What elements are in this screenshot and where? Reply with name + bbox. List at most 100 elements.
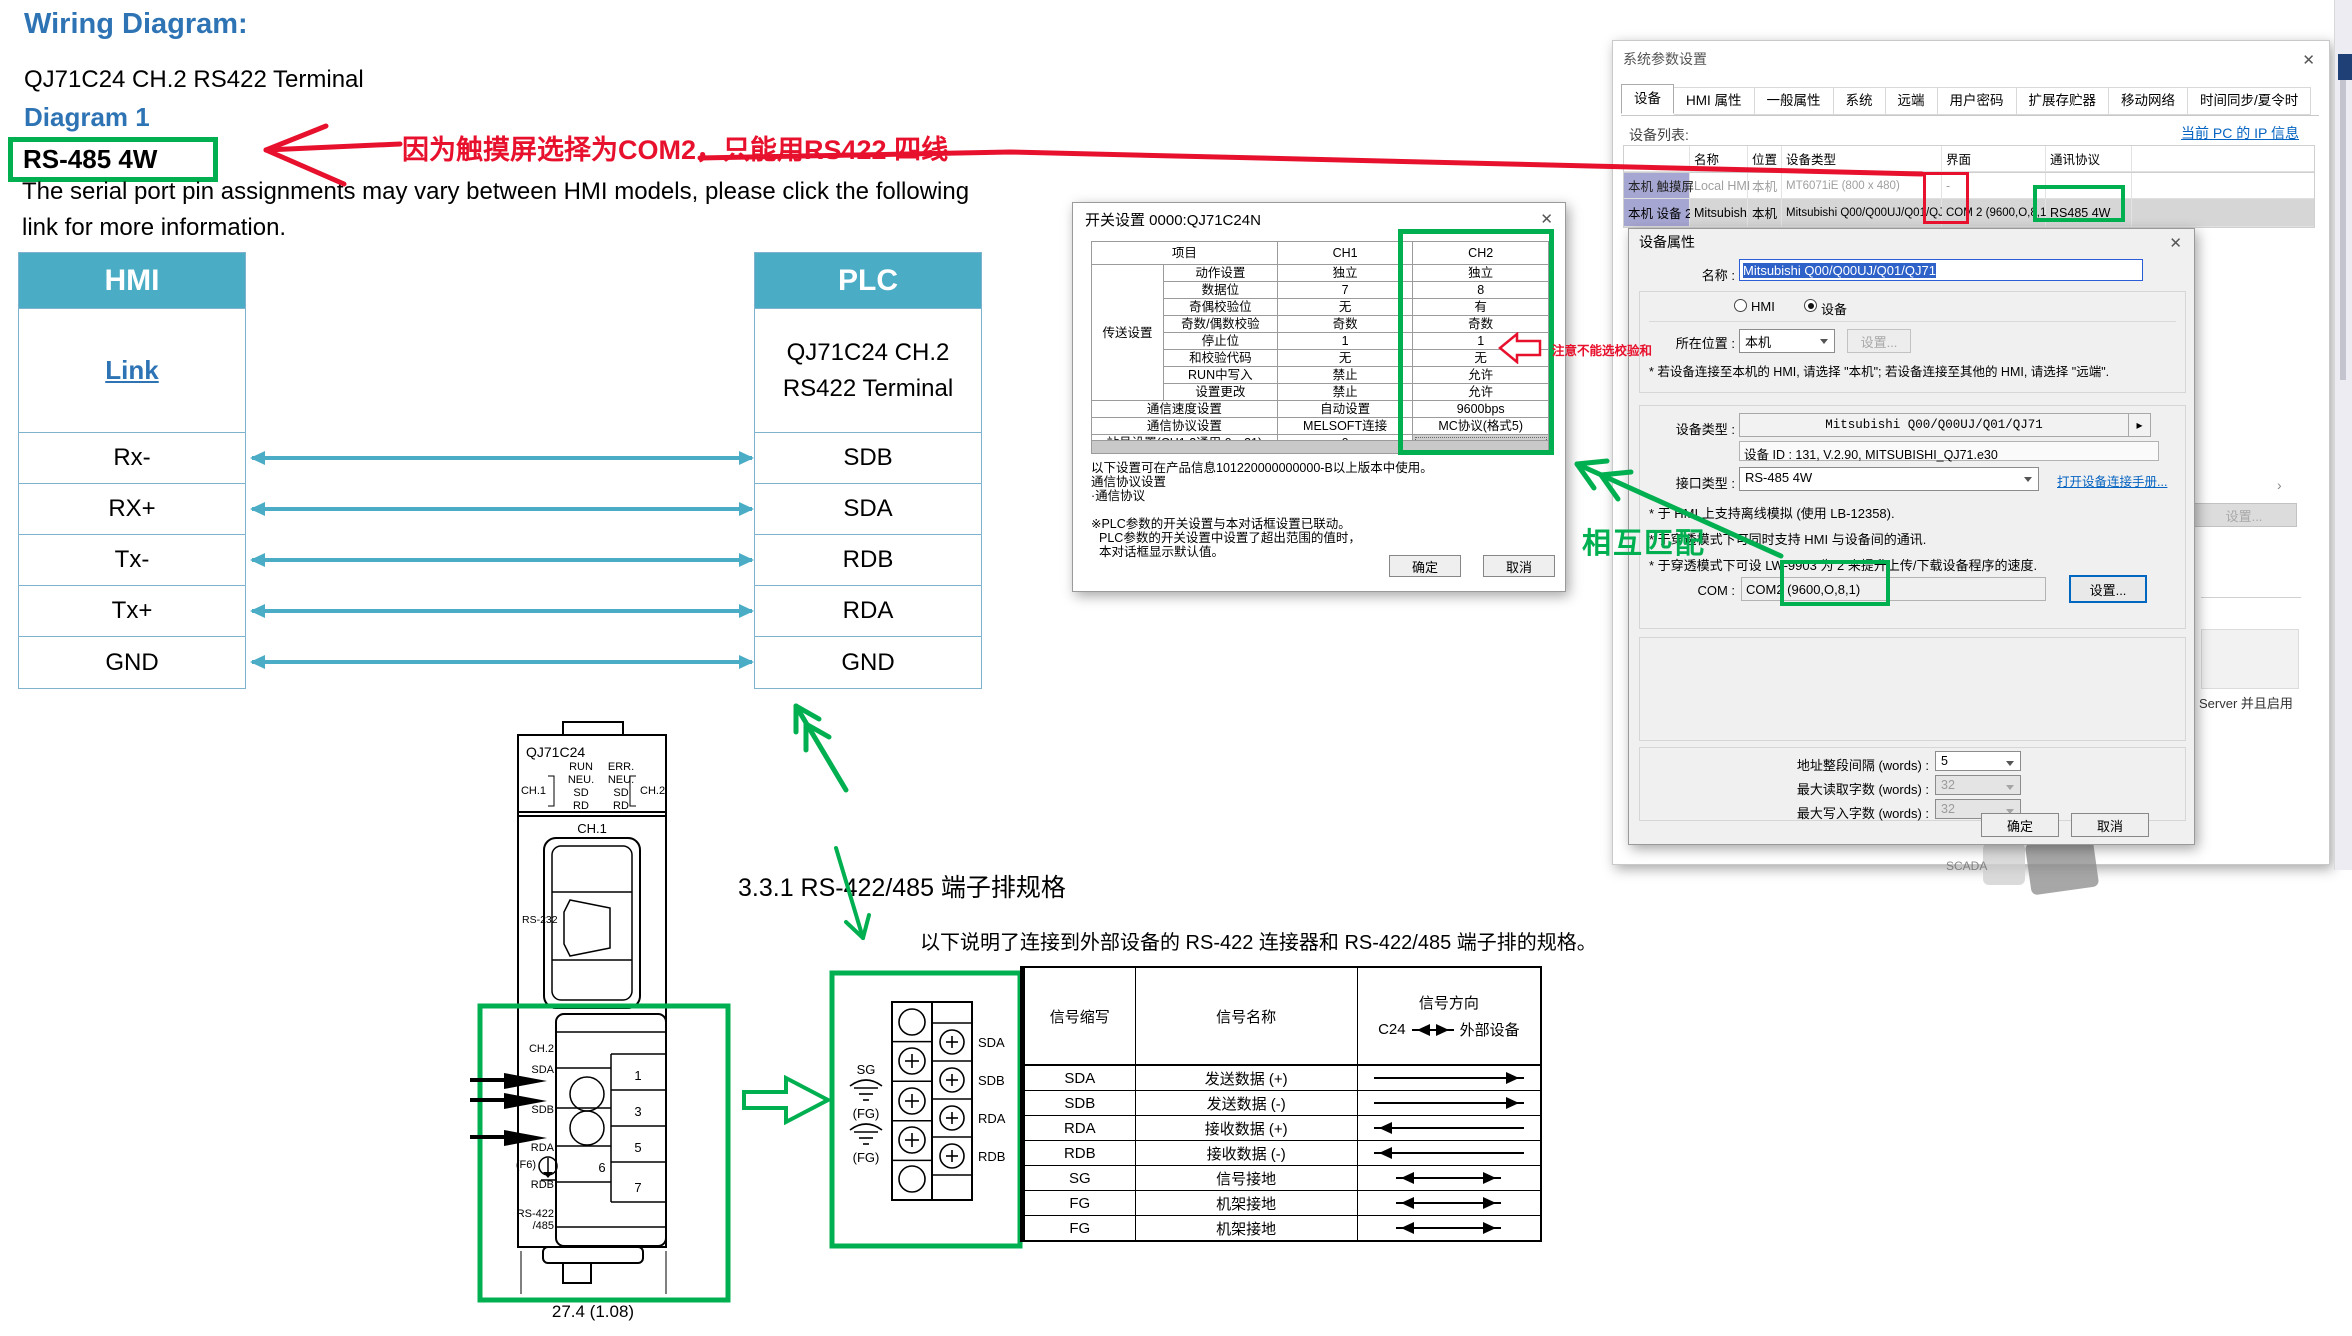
svg-text:RS-422: RS-422 (517, 1208, 554, 1220)
iface-select[interactable]: RS-485 4W (1739, 467, 2039, 491)
signal-row: FG 机架接地 (1025, 1190, 1540, 1215)
module-dimension-label: 27.4 (1.08) (552, 1302, 634, 1321)
svg-text:RDB: RDB (531, 1179, 554, 1191)
hmi-pin: GND (19, 637, 245, 688)
diagram-label: Diagram 1 (24, 102, 150, 133)
type-label: 设备类型 : (1639, 419, 1735, 438)
tab-ext-memory[interactable]: 扩展存贮器 (2017, 87, 2110, 115)
switch-dialog-notes: 以下设置可在产品信息101220000000000-B以上版本中使用。 通信协议… (1091, 461, 1433, 559)
tab-cellular[interactable]: 移动网络 (2109, 87, 2188, 115)
partial-panel (2201, 629, 2299, 689)
tab-device[interactable]: 设备 (1621, 84, 1674, 114)
plc-column: PLC QJ71C24 CH.2 RS422 Terminal SDB SDA … (754, 252, 982, 689)
section-description: 以下说明了连接到外部设备的 RS-422 连接器和 RS-422/485 端子排… (920, 926, 1597, 955)
wire-arrow-icon (252, 507, 752, 511)
svg-text:1: 1 (634, 1068, 641, 1083)
qj71c24-module-drawing: QJ71C24 RUNERR. NEU.NEU. SDSD RDRD CH.1 … (468, 702, 768, 1336)
signal-table: 信号缩写 信号名称 信号方向 C24 外部设备 SDA 发送数据 (+) SDB… (1020, 966, 1542, 1242)
ground-icon (850, 1124, 882, 1144)
plc-pin: GND (755, 637, 981, 688)
ok-button[interactable]: 确定 (1389, 555, 1461, 577)
tab-hmi-props[interactable]: HMI 属性 (1674, 87, 1755, 115)
hmi-radio[interactable] (1734, 299, 1747, 312)
tab-general[interactable]: 一般属性 (1755, 87, 1834, 115)
close-icon[interactable]: ✕ (1540, 212, 1553, 227)
device-radio[interactable] (1804, 299, 1817, 312)
device-table: 名称 位置 设备类型 界面 通讯协议 本机 触摸屏 Local HMI 本机 M… (1623, 145, 2315, 228)
settings-button-partial[interactable]: 设置... (2191, 503, 2297, 527)
green-arrow-terminal-table (796, 706, 846, 790)
signal-col-dir: 信号方向 C24 外部设备 (1357, 968, 1540, 1064)
wire-arrow-icon (252, 456, 752, 460)
tab-system[interactable]: 系统 (1834, 87, 1886, 115)
cancel-button[interactable]: 取消 (1483, 555, 1555, 577)
max-read-select: 32 (1935, 775, 2021, 795)
svg-text:ERR.: ERR. (608, 761, 634, 773)
tab-bar: 设备 HMI 属性 一般属性 系统 远端 用户密码 扩展存贮器 移动网络 时间同… (1621, 85, 2319, 116)
rs485-highlight-box (2033, 185, 2125, 222)
hmi-pin: Tx+ (19, 586, 245, 637)
ok-button[interactable]: 确定 (1981, 813, 2059, 837)
interval-select[interactable]: 5 (1935, 751, 2021, 771)
divider (2201, 597, 2301, 598)
terminal-block-drawing: SDA SDB RDA RDB SG (FG) (FG) (826, 966, 1026, 1250)
svg-text:CH.2: CH.2 (529, 1043, 554, 1055)
tab-password[interactable]: 用户密码 (1938, 87, 2017, 115)
mode-label-box: RS-485 4W (8, 137, 218, 182)
pc-ip-link[interactable]: 当前 PC 的 IP 信息 (2181, 123, 2299, 143)
svg-text:(F6): (F6) (516, 1159, 536, 1171)
svg-text:CH.1: CH.1 (577, 821, 607, 836)
divider (1649, 321, 2176, 322)
svg-text:3: 3 (634, 1104, 641, 1119)
scrollbar-thumb[interactable] (2340, 80, 2346, 380)
hmi-pin: Tx- (19, 535, 245, 586)
hmi-column: HMI Link Rx- RX+ Tx- Tx+ GND (18, 252, 246, 689)
module-model-label: QJ71C24 (526, 744, 585, 760)
cancel-button[interactable]: 取消 (2071, 813, 2149, 837)
com-param-highlight-box (1780, 560, 1890, 606)
location-select[interactable]: 本机 (1739, 329, 1835, 353)
manual-link[interactable]: 打开设备连接手册... (2057, 471, 2167, 490)
page: Wiring Diagram: QJ71C24 CH.2 RS422 Termi… (0, 0, 2352, 1336)
svg-text:SDB: SDB (978, 1073, 1005, 1088)
svg-text:SDB: SDB (531, 1104, 554, 1116)
tab-time-sync[interactable]: 时间同步/夏令时 (2188, 87, 2311, 115)
device-type-button[interactable]: Mitsubishi Q00/Q00UJ/Q01/QJ71 (1739, 413, 2129, 437)
red-left-arrow-icon (1496, 332, 1546, 364)
svg-text:(FG): (FG) (853, 1150, 880, 1165)
plc-header: PLC (755, 253, 981, 309)
device-radio-label: 设备 (1821, 299, 1847, 318)
svg-text:RDB: RDB (978, 1149, 1005, 1164)
location-settings-button[interactable]: 设置... (1847, 329, 1911, 353)
close-icon[interactable]: ✕ (2302, 53, 2315, 68)
plc-pin: SDB (755, 433, 981, 484)
server-text: Server 并且启用 (2199, 693, 2293, 712)
hmi-link[interactable]: Link (105, 355, 158, 386)
device-row-plc[interactable]: 本机 设备 2 Mitsubish... 本机 Mitsubishi Q00/Q… (1624, 199, 2314, 227)
device-type-more-button[interactable]: ▸ (2129, 413, 2151, 437)
signal-row: RDB 接收数据 (-) (1025, 1140, 1540, 1165)
hmi-radio-label: HMI (1751, 299, 1775, 314)
wire-arrow-icon (252, 609, 752, 613)
max-read-label: 最大读取字数 (words) : (1709, 779, 1929, 798)
both-arrow-icon (1396, 1227, 1501, 1229)
plc-terminal-line1: QJ71C24 CH.2 (787, 335, 950, 371)
svg-text:RDA: RDA (978, 1111, 1006, 1126)
svg-text:CH.1: CH.1 (521, 785, 546, 797)
chevron-right-icon[interactable]: › (2277, 477, 2282, 493)
max-write-label: 最大写入字数 (words) : (1709, 803, 1929, 822)
tab-remote[interactable]: 远端 (1886, 87, 1938, 115)
com-settings-button[interactable]: 设置... (2069, 575, 2147, 603)
svg-text:6: 6 (598, 1160, 605, 1175)
hmi-pin: RX+ (19, 484, 245, 535)
red-annotation-text: 因为触摸屏选择为COM2，只能用RS422 四线 (402, 128, 948, 167)
device-row-hmi[interactable]: 本机 触摸屏 Local HMI 本机 MT6071iE (800 x 480)… (1624, 173, 2314, 199)
name-label: 名称 : (1649, 265, 1735, 284)
location-note: * 若设备连接至本机的 HMI, 请选择 "本机"; 若设备连接至其他的 HMI… (1649, 361, 2109, 380)
body-line1: The serial port pin assignments may vary… (22, 178, 969, 206)
doc-subtitle: QJ71C24 CH.2 RS422 Terminal (24, 66, 364, 94)
name-input[interactable]: Mitsubishi Q00/Q00UJ/Q01/QJ71 (1739, 259, 2143, 281)
both-arrow-icon (1412, 1029, 1454, 1031)
right-arrow-icon (1374, 1077, 1524, 1079)
close-icon[interactable]: ✕ (2169, 236, 2182, 251)
